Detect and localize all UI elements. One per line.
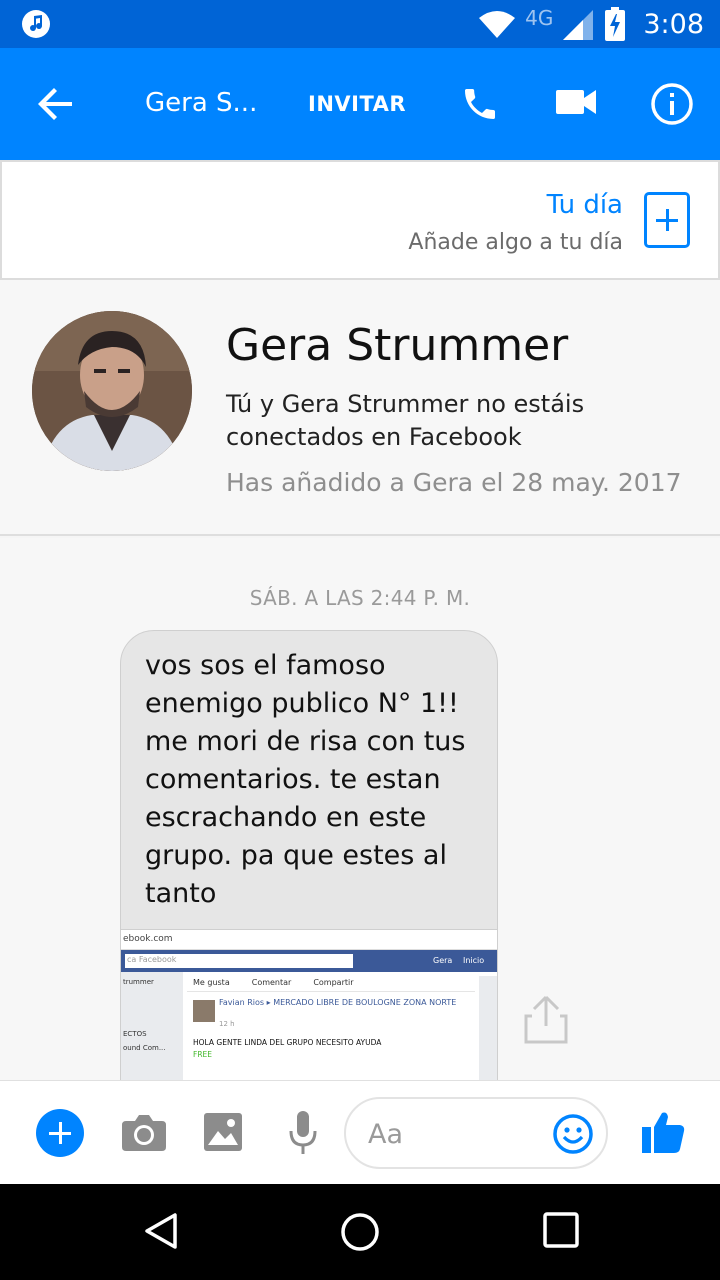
contact-name[interactable]: Gera S... xyxy=(145,88,257,118)
attachment-group: MERCADO LIBRE DE BOULOGNE ZONA NORTE xyxy=(273,998,457,1007)
arrow-left-icon[interactable] xyxy=(36,84,76,124)
avatar[interactable] xyxy=(32,311,192,471)
attachment-comment: Comentar xyxy=(251,978,292,987)
message-bubble[interactable]: vos sos el famoso enemigo publico N° 1!!… xyxy=(120,630,498,930)
attachment-side-line: trummer xyxy=(123,978,154,986)
status-bar: 4G 3:08 xyxy=(0,0,720,48)
attachment-time: 12 h xyxy=(219,1020,235,1028)
attachment-address-bar: ebook.com xyxy=(121,930,497,950)
image-icon[interactable] xyxy=(204,1113,242,1151)
your-day-card[interactable]: Tu día Añade algo a tu día xyxy=(0,160,720,280)
network-type: 4G xyxy=(525,6,554,30)
clock: 3:08 xyxy=(643,8,704,40)
connection-note: Tú y Gera Strummer no estáis conectados … xyxy=(226,390,585,451)
invite-button[interactable]: INVITAR xyxy=(308,92,406,116)
your-day-subtitle: Añade algo a tu día xyxy=(408,230,623,255)
attachment-avatar xyxy=(193,1000,215,1022)
camera-icon[interactable] xyxy=(122,1113,166,1151)
attachment-author: Favian Rios xyxy=(219,998,265,1007)
attachment-post: Me gusta Comentar Compartir Favian Rios … xyxy=(187,976,475,1080)
info-icon[interactable] xyxy=(650,82,694,126)
attachment-post-text: HOLA GENTE LINDA DEL GRUPO NECESITO AYUD… xyxy=(193,1038,382,1047)
share-icon[interactable] xyxy=(524,994,568,1044)
attachment-sidebar: trummer ECTOS ound Com... xyxy=(121,972,183,1080)
phone-icon[interactable] xyxy=(460,84,500,124)
message-input[interactable] xyxy=(368,1117,538,1151)
plus-icon[interactable] xyxy=(36,1109,84,1157)
add-story-icon[interactable] xyxy=(644,192,690,248)
recents-square-icon[interactable] xyxy=(543,1212,579,1248)
attachment-side-line: ECTOS xyxy=(123,1030,147,1038)
message-thread[interactable]: SÁB. A LAS 2:44 P. M. vos sos el famoso … xyxy=(0,538,720,1080)
added-date-note: Has añadido a Gera el 28 may. 2017 xyxy=(226,468,682,497)
attachment-user: Gera xyxy=(433,956,453,965)
message-input-container[interactable] xyxy=(344,1097,608,1169)
attachment-side-line: ound Com... xyxy=(123,1044,166,1052)
profile-name: Gera Strummer xyxy=(226,320,569,371)
composer-bar xyxy=(0,1080,720,1184)
microphone-icon[interactable] xyxy=(288,1111,318,1155)
message-text: vos sos el famoso enemigo publico N° 1!!… xyxy=(145,650,466,909)
status-icons: 4G 3:08 xyxy=(479,6,704,42)
video-camera-icon[interactable] xyxy=(556,86,596,118)
system-nav-bar xyxy=(0,1184,720,1280)
message-timestamp: SÁB. A LAS 2:44 P. M. xyxy=(249,586,471,610)
image-attachment[interactable]: ebook.com ca Facebook Gera Inicio trumme… xyxy=(120,930,498,1080)
home-circle-icon[interactable] xyxy=(340,1212,380,1252)
emoji-icon[interactable] xyxy=(552,1113,594,1155)
back-triangle-icon[interactable] xyxy=(143,1212,179,1250)
attachment-share: Compartir xyxy=(313,978,354,987)
music-icon xyxy=(22,10,50,38)
signal-icon xyxy=(563,10,594,40)
battery-charging-icon xyxy=(605,7,626,41)
attachment-chevron-icon: ▸ xyxy=(266,998,271,1007)
attachment-home: Inicio xyxy=(463,956,485,965)
your-day-title[interactable]: Tu día xyxy=(547,190,623,220)
thumbs-up-icon[interactable] xyxy=(640,1109,686,1155)
contact-profile: Gera Strummer Tú y Gera Strummer no está… xyxy=(0,280,720,536)
conversation-header: Gera S... INVITAR xyxy=(0,48,720,160)
wifi-icon xyxy=(479,11,516,38)
attachment-right-column xyxy=(479,976,497,1080)
attachment-search: ca Facebook xyxy=(125,954,353,968)
attachment-post-tag: FREE xyxy=(193,1050,213,1059)
attachment-like: Me gusta xyxy=(193,978,230,987)
